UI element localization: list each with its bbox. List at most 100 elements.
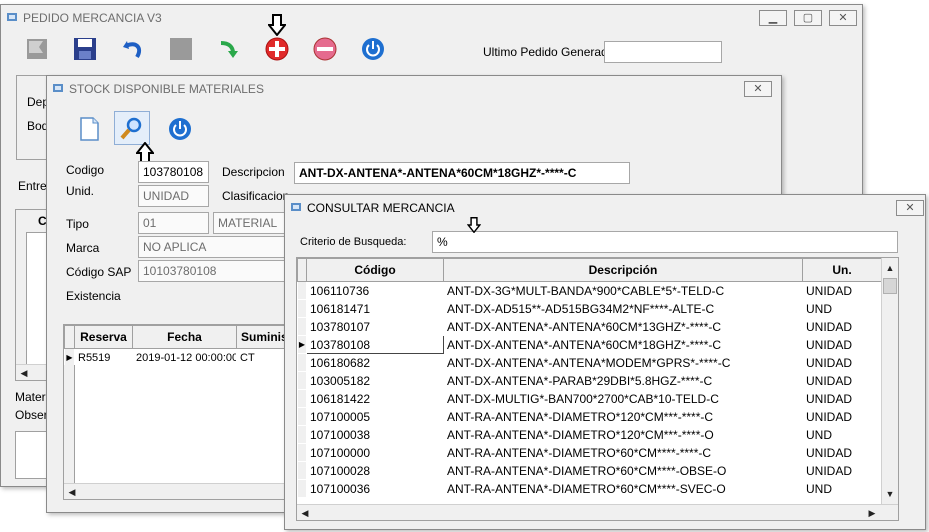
descripcion-cell[interactable]: ANT-RA-ANTENA*-DIAMETRO*60*CM****-****-C <box>444 444 803 462</box>
descripcion-cell[interactable]: ANT-RA-ANTENA*-DIAMETRO*60*CM****-OBSE-O <box>444 462 803 480</box>
scroll-left-icon[interactable]: ◀ <box>297 505 313 520</box>
mercancia-hscroll[interactable]: ◀ ▶ <box>297 504 898 520</box>
power-icon[interactable] <box>166 115 194 143</box>
col-header-fecha[interactable]: Fecha <box>132 325 237 349</box>
grid-row-marker-column <box>16 232 27 372</box>
un-cell[interactable]: UNIDAD <box>803 408 882 426</box>
table-row[interactable]: 107100036 ANT-RA-ANTENA*-DIAMETRO*60*CM**… <box>297 479 882 498</box>
un-cell[interactable]: UND <box>803 480 882 498</box>
new-document-icon[interactable] <box>75 115 103 143</box>
un-cell[interactable]: UND <box>803 426 882 444</box>
fecha-cell[interactable]: 2019-01-12 00:00:00 <box>133 349 237 367</box>
codigo-cell[interactable]: 107100036 <box>307 480 444 498</box>
table-row[interactable]: ▶ 103780108 ANT-DX-ANTENA*-ANTENA*60CM*18G… <box>297 335 882 354</box>
stock-titlebar: STOCK DISPONIBLE MATERIALES ✕ <box>47 76 781 102</box>
table-row[interactable]: 106110736 ANT-DX-3G*MULT-BANDA*900*CABLE*… <box>297 281 882 300</box>
col-header-suminis[interactable]: Suminis <box>236 325 290 349</box>
suminis-cell[interactable]: CT <box>237 349 291 367</box>
row-marker <box>297 317 307 336</box>
scroll-up-icon[interactable]: ▲ <box>882 260 898 276</box>
maximize-button[interactable]: ▢ <box>794 10 822 26</box>
save-icon[interactable] <box>71 35 99 63</box>
tipo-code-field[interactable]: 01 <box>138 212 209 234</box>
un-cell[interactable]: UNIDAD <box>803 318 882 336</box>
table-row[interactable]: 103005182 ANT-DX-ANTENA*-PARAB*29DBI*5.8H… <box>297 371 882 390</box>
close-button[interactable]: ✕ <box>829 10 857 26</box>
codigo-cell[interactable]: 106181422 <box>307 390 444 408</box>
descripcion-cell[interactable]: ANT-RA-ANTENA*-DIAMETRO*120*CM***-****-C <box>444 408 803 426</box>
codigo-cell[interactable]: 107100005 <box>307 408 444 426</box>
descripcion-cell[interactable]: ANT-RA-ANTENA*-DIAMETRO*60*CM****-SVEC-O <box>444 480 803 498</box>
flag-icon[interactable] <box>23 35 51 63</box>
descripcion-cell[interactable]: ANT-RA-ANTENA*-DIAMETRO*120*CM***-****-O <box>444 426 803 444</box>
sap-field[interactable]: 10103780108 <box>138 260 289 282</box>
codigo-cell[interactable]: 107100038 <box>307 426 444 444</box>
reserva-hscroll[interactable]: ◀ <box>64 483 290 499</box>
table-row[interactable]: 107100038 ANT-RA-ANTENA*-DIAMETRO*120*CM*… <box>297 425 882 444</box>
table-row[interactable]: 106181471 ANT-DX-AD515**-AD515BG34M2*NF**… <box>297 299 882 318</box>
descripcion-cell[interactable]: ANT-DX-ANTENA*-PARAB*29DBI*5.8HGZ-****-C <box>444 372 803 390</box>
un-cell[interactable]: UNIDAD <box>803 444 882 462</box>
descripcion-cell[interactable]: ANT-DX-ANTENA*-ANTENA*60CM*18GHZ*-****-C <box>444 336 803 354</box>
codigo-cell[interactable]: 107100000 <box>307 444 444 462</box>
ultimo-pedido-label: Ultimo Pedido Generado <box>483 45 615 59</box>
table-row[interactable]: 107100000 ANT-RA-ANTENA*-DIAMETRO*60*CM**… <box>297 443 882 462</box>
table-row[interactable]: 107100005 ANT-RA-ANTENA*-DIAMETRO*120*CM*… <box>297 407 882 426</box>
scroll-left-icon[interactable]: ◀ <box>16 365 32 381</box>
un-cell[interactable]: UNIDAD <box>803 336 882 354</box>
tipo-field[interactable]: MATERIAL <box>213 212 289 234</box>
export-icon[interactable] <box>215 35 243 63</box>
codigo-cell[interactable]: 107100028 <box>307 462 444 480</box>
un-cell[interactable]: UNIDAD <box>803 354 882 372</box>
ultimo-pedido-field[interactable] <box>604 41 722 63</box>
pedido-title: PEDIDO MERCANCIA V3 <box>23 11 162 25</box>
col-header-codigo[interactable]: Código <box>306 258 444 282</box>
col-header-un[interactable]: Un. <box>802 258 882 282</box>
descripcion-field[interactable]: ANT-DX-ANTENA*-ANTENA*60CM*18GHZ*-****-C <box>294 162 630 184</box>
row-marker <box>297 299 307 318</box>
power-icon[interactable] <box>359 35 387 63</box>
mercancia-vscroll[interactable]: ▲ ▼ <box>881 258 898 504</box>
descripcion-cell[interactable]: ANT-DX-ANTENA*-ANTENA*60CM*13GHZ*-****-C <box>444 318 803 336</box>
scroll-right-icon[interactable]: ▶ <box>864 505 880 520</box>
stop-icon[interactable] <box>167 35 195 63</box>
codigo-cell[interactable]: 106181471 <box>307 300 444 318</box>
table-row[interactable]: 103780107 ANT-DX-ANTENA*-ANTENA*60CM*13GH… <box>297 317 882 336</box>
consultar-close-button[interactable]: ✕ <box>896 200 924 216</box>
un-cell[interactable]: UNIDAD <box>803 462 882 480</box>
criterio-field[interactable]: % <box>432 231 898 253</box>
table-row[interactable]: 106181422 ANT-DX-MULTIG*-BAN700*2700*CAB*… <box>297 389 882 408</box>
codigo-cell[interactable]: 103005182 <box>307 372 444 390</box>
add-icon[interactable] <box>263 35 291 63</box>
scroll-thumb[interactable] <box>883 278 897 294</box>
un-cell[interactable]: UNIDAD <box>803 282 882 300</box>
scroll-down-icon[interactable]: ▼ <box>882 486 898 502</box>
table-row[interactable]: 107100028 ANT-RA-ANTENA*-DIAMETRO*60*CM**… <box>297 461 882 480</box>
un-cell[interactable]: UND <box>803 300 882 318</box>
table-row[interactable]: ▶ R5519 2019-01-12 00:00:00 CT <box>64 348 291 367</box>
remove-icon[interactable] <box>311 35 339 63</box>
minimize-button[interactable]: ▁ <box>759 10 787 26</box>
search-icon[interactable] <box>118 114 146 142</box>
descripcion-cell[interactable]: ANT-DX-ANTENA*-ANTENA*MODEM*GPRS*-****-C <box>444 354 803 372</box>
codigo-cell[interactable]: 106180682 <box>307 354 444 372</box>
descripcion-cell[interactable]: ANT-DX-3G*MULT-BANDA*900*CABLE*5*-TELD-C <box>444 282 803 300</box>
descripcion-cell[interactable]: ANT-DX-MULTIG*-BAN700*2700*CAB*10-TELD-C <box>444 390 803 408</box>
reserva-cell[interactable]: R5519 <box>75 349 133 367</box>
col-header-reserva[interactable]: Reserva <box>74 325 133 349</box>
table-row[interactable]: 106180682 ANT-DX-ANTENA*-ANTENA*MODEM*GPR… <box>297 353 882 372</box>
scroll-left-icon[interactable]: ◀ <box>64 484 80 499</box>
marca-field[interactable]: NO APLICA <box>138 236 289 258</box>
row-marker <box>297 281 307 300</box>
undo-icon[interactable] <box>119 35 147 63</box>
col-header-descripcion[interactable]: Descripción <box>443 258 803 282</box>
codigo-cell[interactable]: 106110736 <box>307 282 444 300</box>
descripcion-cell[interactable]: ANT-DX-AD515**-AD515BG34M2*NF****-ALTE-C <box>444 300 803 318</box>
unid-field[interactable]: UNIDAD <box>138 185 209 207</box>
codigo-cell[interactable]: 103780107 <box>307 318 444 336</box>
stock-close-button[interactable]: ✕ <box>744 81 772 97</box>
un-cell[interactable]: UNIDAD <box>803 372 882 390</box>
codigo-field[interactable]: 103780108 <box>138 161 209 183</box>
un-cell[interactable]: UNIDAD <box>803 390 882 408</box>
codigo-cell[interactable]: 103780108 <box>306 335 444 354</box>
